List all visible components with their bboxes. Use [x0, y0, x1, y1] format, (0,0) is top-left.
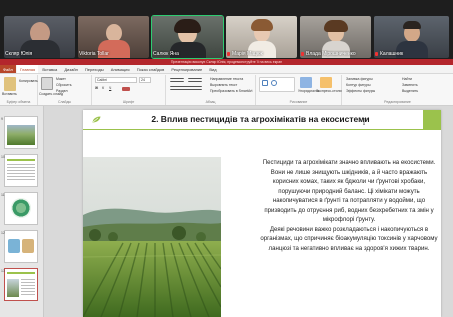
slide-number: 12 — [1, 231, 5, 235]
new-slide-icon[interactable] — [41, 77, 53, 90]
tab-file[interactable]: Файл — [0, 65, 16, 73]
tab-home[interactable]: Главная — [16, 65, 39, 73]
tab-design[interactable]: Дизайн — [61, 65, 80, 73]
smartart-button[interactable]: Преобразовать в SmartArt — [210, 89, 252, 94]
slide-thumbnail[interactable]: 10 — [1, 154, 38, 187]
ribbon-group-clipboard: Вставить Копировать Буфер обмена — [0, 75, 38, 105]
group-label: Буфер обмена — [6, 100, 31, 104]
muted-mic-icon — [227, 51, 230, 56]
participant-name: Марія Мацюк — [227, 50, 297, 58]
quick-styles-button[interactable]: Экспресс-стили — [316, 89, 342, 94]
slide-title[interactable]: 2. Вплив пестицидів та агрохімікатів на … — [83, 112, 438, 127]
slide-thumbnail[interactable]: 11 — [1, 192, 38, 225]
screen: Скляр Юлія Viktoria Tollar Салюк Яна Мар… — [0, 0, 453, 317]
numbering-icon[interactable] — [188, 78, 202, 82]
participant-tile[interactable]: Марія Мацюк — [226, 16, 297, 58]
tab-review[interactable]: Рецензирование — [168, 65, 205, 73]
ribbon-tabs: Файл Главная Вставка Дизайн Переходы Ани… — [0, 65, 453, 74]
font-name-select[interactable]: Calibri — [95, 77, 137, 83]
select-button[interactable]: Выделить — [402, 89, 418, 94]
ribbon-group-font: Calibri 24 Ж К Ч Шрифт — [92, 75, 166, 105]
text-direction-button[interactable]: Направление текста — [210, 77, 243, 82]
participant-name: Влада Мірошниченко — [301, 50, 371, 58]
group-label: Слайды — [57, 100, 72, 104]
quick-styles-icon[interactable] — [320, 77, 332, 88]
muted-mic-icon — [301, 51, 304, 56]
shape-outline-button[interactable]: Контур фигуры — [346, 83, 370, 88]
participant-tile[interactable]: Скляр Юлія — [4, 16, 75, 58]
bold-icon[interactable]: Ж — [95, 86, 98, 91]
current-slide[interactable]: 2. Вплив пестицидів та агрохімікатів на … — [83, 110, 441, 317]
tab-insert[interactable]: Вставка — [39, 65, 60, 73]
copy-button[interactable]: Копировать — [19, 79, 38, 84]
participant-tile[interactable]: Влада Мірошниченко — [300, 16, 371, 58]
reset-button[interactable]: Сбросить — [56, 83, 72, 88]
group-label: Рисование — [289, 100, 308, 104]
slide-thumbnail[interactable]: 9 — [1, 116, 38, 149]
ribbon: Вставить Копировать Буфер обмена Создать… — [0, 74, 453, 106]
rectangle-shape-icon[interactable] — [262, 80, 268, 86]
font-size-select[interactable]: 24 — [139, 77, 151, 83]
find-button[interactable]: Найти — [402, 77, 412, 82]
field-landscape-image[interactable] — [83, 157, 221, 317]
underline-icon[interactable]: Ч — [109, 86, 111, 91]
ribbon-group-slides: Создать слайд Макет Сбросить Раздел Слай… — [38, 75, 92, 105]
arrange-icon[interactable] — [300, 77, 312, 88]
body-paragraph: Пестициди та агрохімікати значно впливаю… — [262, 159, 436, 223]
muted-mic-icon — [375, 51, 378, 56]
body-paragraph: Деякі речовини важко розкладаються і нак… — [260, 225, 438, 252]
tab-slideshow[interactable]: Показ слайдов — [134, 65, 168, 73]
tab-view[interactable]: Вид — [206, 65, 219, 73]
participant-name: Калашник — [375, 50, 449, 58]
font-color-icon[interactable] — [122, 87, 130, 91]
slide-number: 10 — [1, 155, 5, 159]
replace-button[interactable]: Заменить — [402, 83, 418, 88]
slide-thumbnails-pane: 9 10 11 12 13 — [0, 106, 44, 317]
title-divider — [83, 129, 423, 130]
participant-tile[interactable]: Калашник — [374, 16, 449, 58]
paste-icon[interactable] — [4, 77, 16, 91]
bullets-icon[interactable] — [170, 78, 184, 82]
participant-name: Салюк Яна — [153, 51, 179, 57]
section-button[interactable]: Раздел — [56, 89, 68, 94]
ribbon-group-paragraph: Направление текста Выровнять текст Преоб… — [166, 75, 256, 105]
accent-bar — [423, 110, 441, 130]
ribbon-group-drawing: Упорядочить Экспресс-стили Рисование — [256, 75, 342, 105]
slide-body-text[interactable]: Пестициди та агрохімікати значно впливаю… — [259, 158, 439, 253]
align-icon[interactable] — [170, 86, 202, 90]
participant-tile[interactable]: Viktoria Tollar — [78, 16, 149, 58]
slide-number: 13 — [1, 269, 5, 273]
italic-icon[interactable]: К — [102, 86, 104, 91]
slide-number: 9 — [1, 117, 3, 121]
tab-animation[interactable]: Анимация — [108, 65, 133, 73]
align-text-button[interactable]: Выровнять текст — [210, 83, 237, 88]
participant-name: Скляр Юлія — [5, 51, 33, 57]
group-label: Редактирование — [384, 100, 411, 104]
paste-button[interactable]: Вставить — [2, 92, 17, 97]
slide-thumbnail[interactable]: 12 — [1, 230, 38, 263]
shape-fill-button[interactable]: Заливка фигуры — [346, 77, 373, 82]
tab-transitions[interactable]: Переходы — [82, 65, 107, 73]
participant-name: Viktoria Tollar — [79, 51, 109, 57]
text-cursor-icon — [363, 118, 367, 125]
participant-strip: Скляр Юлія Viktoria Tollar Салюк Яна Мар… — [0, 0, 453, 60]
slide-thumbnail-selected[interactable]: 13 — [1, 268, 38, 301]
shape-effects-button[interactable]: Эффекты фигуры — [346, 89, 375, 94]
slide-number: 11 — [1, 193, 5, 197]
group-label: Абзац — [205, 100, 216, 104]
oval-shape-icon[interactable] — [271, 80, 277, 86]
ribbon-group-editing: Заливка фигуры Контур фигуры Эффекты фиг… — [342, 75, 453, 105]
layout-button[interactable]: Макет — [56, 77, 66, 82]
group-label: Шрифт — [122, 100, 135, 104]
participant-tile-active[interactable]: Салюк Яна — [151, 15, 224, 59]
